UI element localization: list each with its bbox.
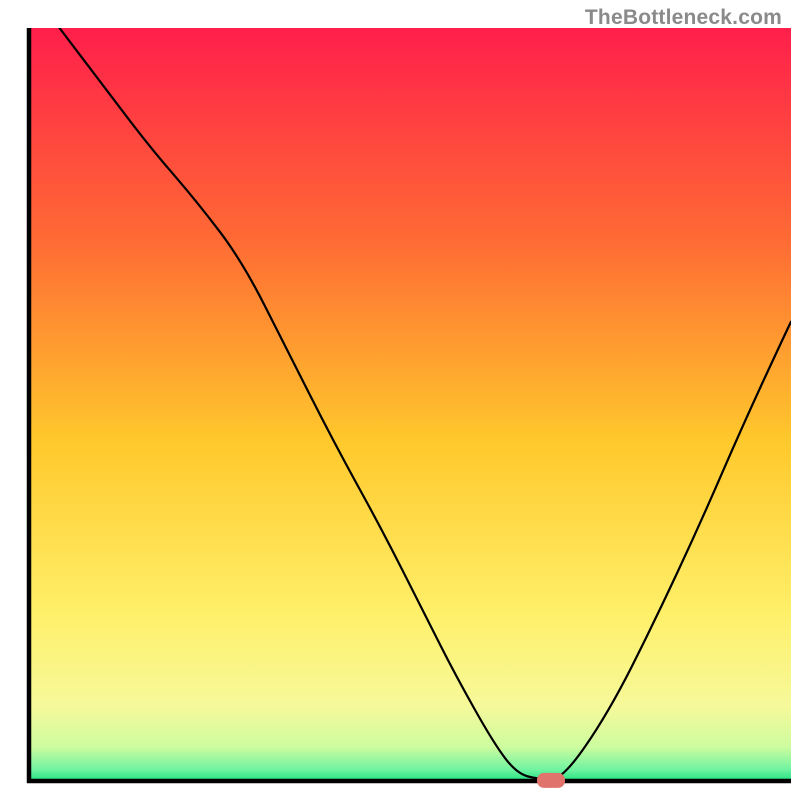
attribution-label: TheBottleneck.com [585,6,782,30]
bottleneck-chart [0,0,800,800]
plot-background [29,28,791,781]
optimal-marker [537,773,565,788]
